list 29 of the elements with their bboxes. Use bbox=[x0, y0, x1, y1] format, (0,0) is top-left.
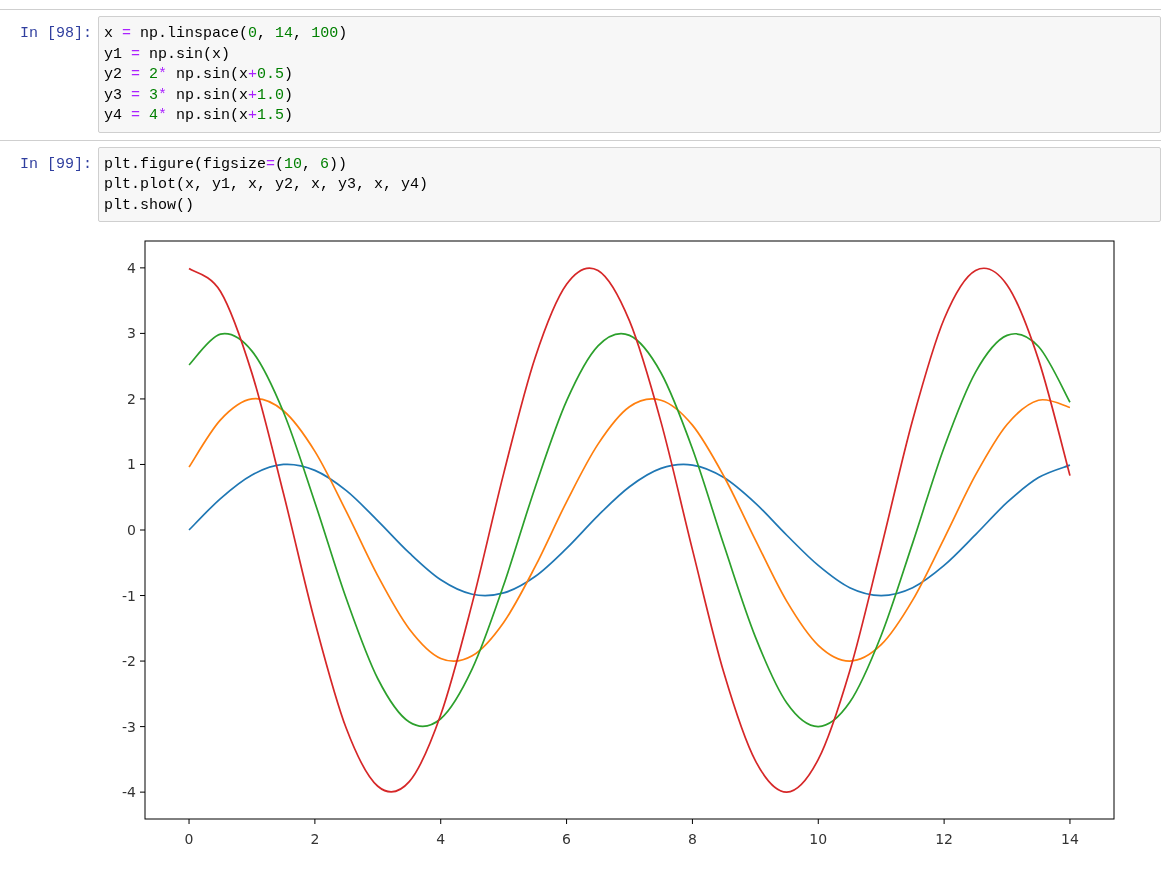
x-tick-label: 10 bbox=[809, 831, 828, 847]
code-line: x = np.linspace(0, 14, 100) bbox=[104, 24, 349, 44]
x-tick-label: 0 bbox=[184, 831, 194, 847]
code-line: y2 = 2* np.sin(x+0.5) bbox=[104, 65, 295, 85]
y-tick-label: -1 bbox=[122, 587, 136, 604]
code-line: plt.figure(figsize=(10, 6)) bbox=[104, 154, 349, 175]
y-tick-label: 0 bbox=[127, 522, 136, 538]
code-cell[interactable]: x = np.linspace(0, 14, 100) y1 = np.sin(x) y2 = 2* np.sin(x+0.5) y3 = 3* np.sin(x+1.0) y4 = 4* np.sin(x+1.5) bbox=[98, 16, 1161, 133]
x-tick-label: 12 bbox=[935, 831, 953, 847]
code-line: plt.show() bbox=[104, 195, 195, 216]
y-tick-label: 4 bbox=[127, 259, 136, 276]
code-line: plt.plot(x, y1, x, y2, x, y3, x, y4) bbox=[104, 175, 430, 195]
x-tick-label: 2 bbox=[310, 831, 320, 847]
code-line: y1 = np.sin(x) bbox=[104, 44, 232, 65]
code-cell[interactable]: plt.figure(figsize=(10, 6)) plt.plot(x, y1, x, y2, x, y3, x, y4) plt.show() bbox=[98, 146, 1161, 222]
code-line: y3 = 3* np.sin(x+1.0) bbox=[104, 85, 295, 106]
x-tick-label: 4 bbox=[436, 831, 446, 847]
x-tick-label: 14 bbox=[1061, 831, 1079, 847]
x-tick-label: 8 bbox=[687, 831, 697, 847]
y-tick-label: 1 bbox=[127, 456, 136, 473]
cell-prompt: In [99]: bbox=[19, 154, 93, 173]
x-tick-label: 6 bbox=[562, 831, 572, 847]
code-line: y4 = 4* np.sin(x+1.5) bbox=[104, 106, 295, 126]
y-tick-label: 2 bbox=[127, 390, 136, 407]
y-tick-label: -2 bbox=[122, 653, 136, 670]
y-tick-label: 3 bbox=[127, 325, 136, 342]
cell-prompt: In [98]: bbox=[19, 24, 93, 42]
y-tick-label: -4 bbox=[122, 784, 136, 801]
y-tick-label: -3 bbox=[122, 718, 136, 735]
